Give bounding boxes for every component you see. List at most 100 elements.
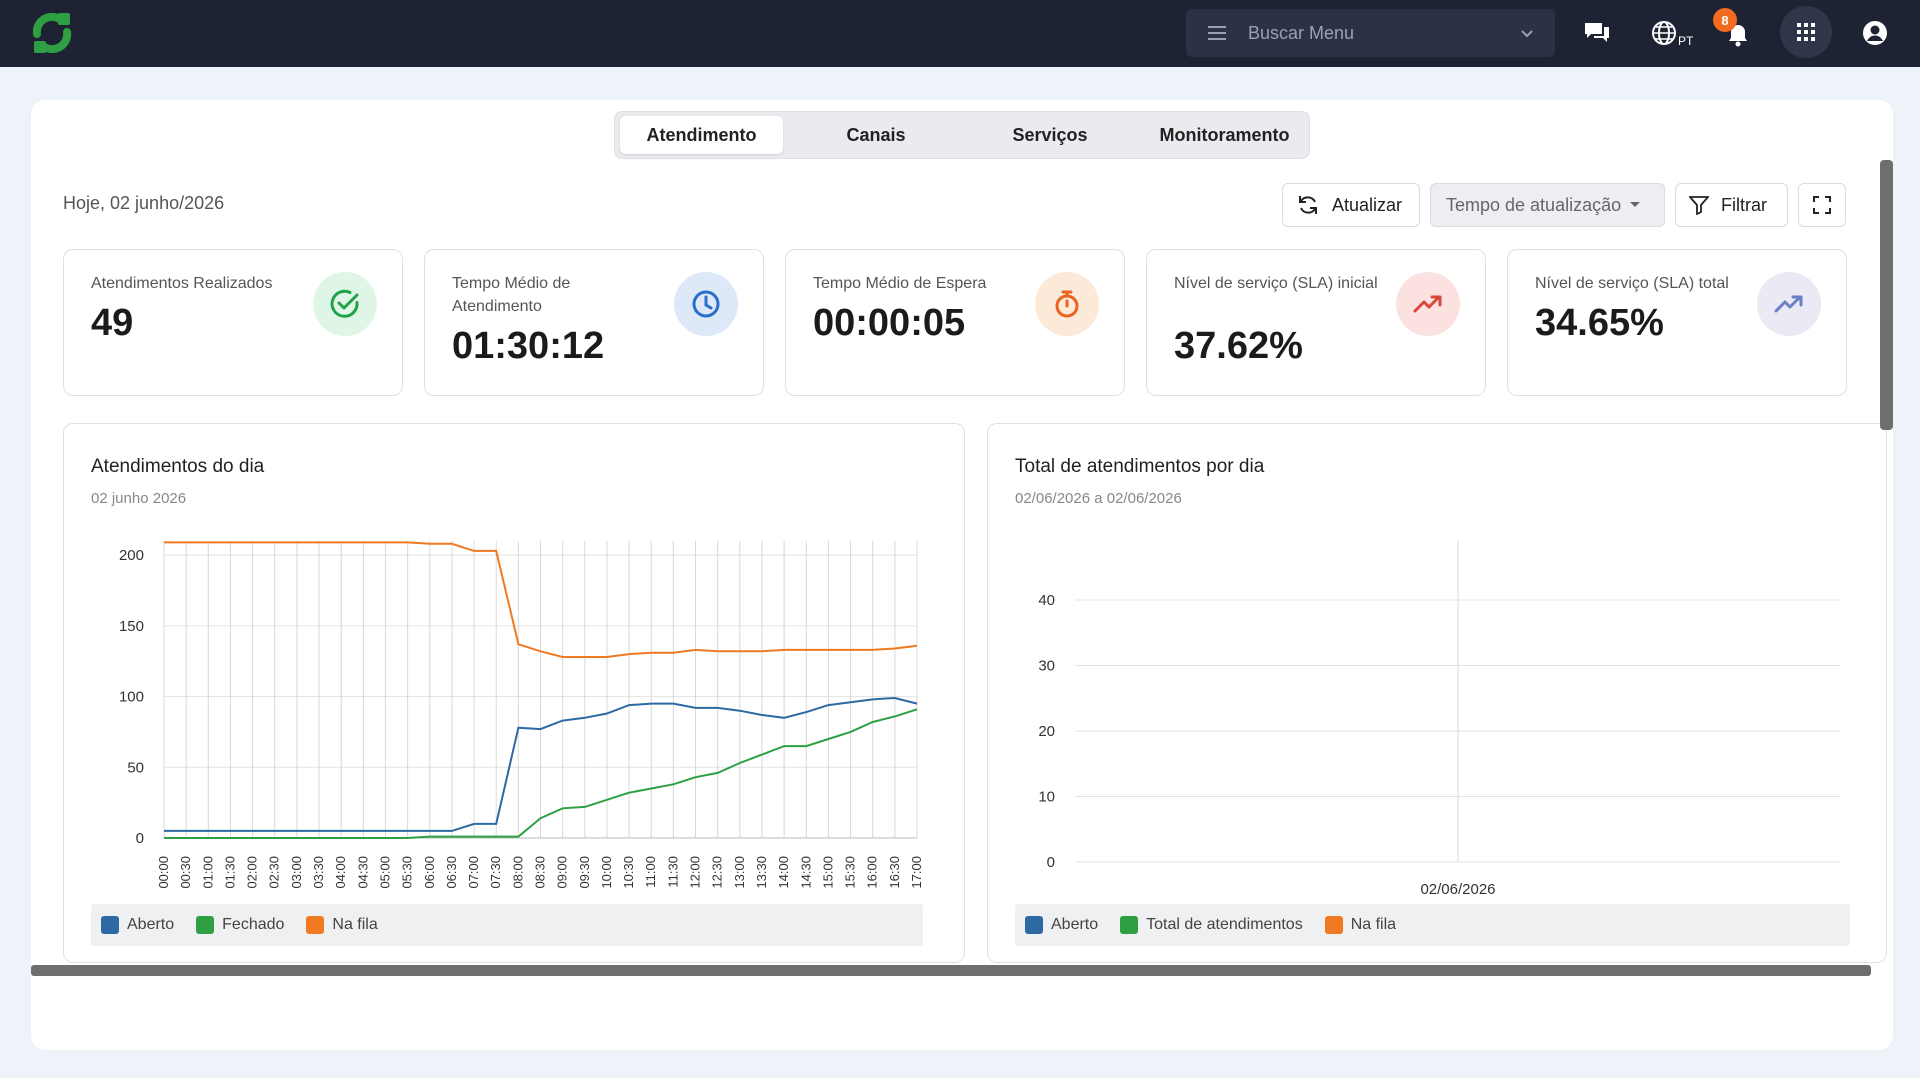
kpi-card-tempo-atendimento: Tempo Médio de Atendimento 01:30:12 [424, 249, 764, 396]
vertical-scrollbar[interactable] [1880, 160, 1893, 430]
kpi-card-tempo-espera: Tempo Médio de Espera 00:00:05 [785, 249, 1125, 396]
chat-icon [1585, 23, 1609, 42]
kpi-card-sla-inicial: Nível de serviço (SLA) inicial 37.62% [1146, 249, 1486, 396]
x-tick-label: 07:00 [466, 856, 481, 889]
legend-item-na-fila[interactable]: Na fila [306, 916, 378, 934]
fullscreen-icon [1813, 196, 1831, 214]
kpi-value: 00:00:05 [813, 302, 966, 344]
x-tick-label: 10:30 [621, 856, 636, 889]
legend-item-na-fila[interactable]: Na fila [1324, 916, 1396, 934]
chevron-down-icon [1521, 30, 1533, 38]
x-tick-label: 04:30 [355, 856, 370, 889]
x-tick-label: 12:00 [688, 856, 703, 889]
kpi-card-sla-total: Nível de serviço (SLA) total 34.65% [1507, 249, 1847, 396]
top-bar: Buscar Menu PT 8 [0, 0, 1920, 67]
user-menu-button[interactable] [1859, 17, 1891, 49]
dashboard-tabs: Atendimento Canais Serviços Monitorament… [614, 111, 1310, 159]
x-tick-label: 15:00 [820, 856, 835, 889]
chart-card-total-por-dia: Total de atendimentos por dia 02/06/2026… [987, 423, 1887, 963]
x-tick-label: 06:30 [444, 856, 459, 889]
filter-label: Filtrar [1721, 194, 1767, 215]
refresh-interval-select[interactable]: Tempo de atualização [1430, 183, 1665, 227]
kpi-card-atendimentos: Atendimentos Realizados 49 [63, 249, 403, 396]
x-tick-label: 10:00 [599, 856, 614, 889]
x-tick-label: 15:30 [843, 856, 858, 889]
trending-up-icon [1396, 272, 1460, 336]
clock-icon [674, 272, 738, 336]
x-tick-label: 16:00 [865, 856, 880, 889]
chart-card-atendimentos-dia: Atendimentos do dia 02 junho 2026 0 50 100… [63, 423, 965, 963]
kpi-label: Tempo Médio de Atendimento [452, 275, 571, 315]
legend-item-aberto[interactable]: Aberto [101, 916, 174, 934]
x-tick-label: 09:00 [555, 856, 570, 889]
x-tick-label: 05:00 [377, 856, 392, 889]
y-tick-label: 30 [1038, 657, 1055, 674]
x-tick-label: 03:30 [311, 856, 326, 889]
check-circle-icon [313, 272, 377, 336]
line-chart-total-por-dia: 0 10 20 30 40 02/06/2026 [1038, 541, 1841, 898]
caret-down-icon [1630, 202, 1641, 207]
x-tick-label: 14:30 [798, 856, 813, 889]
y-tick-label: 200 [119, 547, 144, 564]
chart-legend: Aberto Fechado Na fila [91, 904, 923, 946]
x-tick-label: 09:30 [577, 856, 592, 889]
filter-button[interactable]: Filtrar [1675, 183, 1788, 227]
refresh-interval-label: Tempo de atualização [1446, 194, 1622, 215]
horizontal-scrollbar[interactable] [31, 965, 1871, 976]
x-tick-label: 01:00 [200, 856, 215, 889]
x-tick-label: 12:30 [710, 856, 725, 889]
notification-count-badge: 8 [1713, 8, 1737, 32]
kpi-label: Nível de serviço (SLA) total [1535, 275, 1729, 292]
x-tick-label: 08:30 [533, 856, 548, 889]
legend-item-fechado[interactable]: Fechado [196, 916, 284, 934]
x-tick-label: 00:00 [156, 856, 171, 889]
x-tick-label: 03:00 [289, 856, 304, 889]
x-tick-label: 04:00 [333, 856, 348, 889]
y-tick-label: 100 [119, 689, 144, 706]
app-logo[interactable] [28, 10, 76, 56]
y-tick-label: 150 [119, 618, 144, 635]
tab-servicos[interactable]: Serviços [970, 116, 1130, 154]
current-date: Hoje, 02 junho/2026 [63, 193, 225, 213]
x-tick-label: 08:00 [510, 856, 525, 889]
x-tick-label: 13:30 [754, 856, 769, 889]
x-tick-label: 16:30 [887, 856, 902, 889]
hamburger-icon [1208, 26, 1226, 40]
language-button[interactable] [1648, 17, 1680, 49]
x-tick-label: 13:00 [732, 856, 747, 889]
y-tick-label: 10 [1038, 788, 1055, 805]
fullscreen-button[interactable] [1798, 183, 1846, 227]
menu-search[interactable]: Buscar Menu [1186, 9, 1555, 57]
x-tick-label: 01:30 [222, 856, 237, 889]
y-tick-label: 40 [1038, 592, 1055, 609]
x-tick-label: 07:30 [488, 856, 503, 889]
tab-canais[interactable]: Canais [796, 116, 956, 154]
tab-monitoramento[interactable]: Monitoramento [1143, 116, 1306, 154]
kpi-label: Atendimentos Realizados [91, 275, 273, 292]
legend-item-aberto[interactable]: Aberto [1025, 916, 1098, 934]
y-tick-label: 0 [1047, 854, 1055, 871]
chat-button[interactable] [1581, 17, 1613, 49]
x-tick-label: 02:00 [245, 856, 260, 889]
x-tick-label: 11:00 [643, 856, 658, 888]
kpi-value: 01:30:12 [452, 325, 605, 367]
apps-button[interactable] [1780, 6, 1832, 58]
user-avatar-icon [1863, 21, 1887, 45]
kpi-value: 49 [91, 302, 134, 344]
y-tick-label: 20 [1038, 723, 1055, 740]
x-tick-label: 00:30 [178, 856, 193, 889]
stopwatch-icon [1035, 272, 1099, 336]
tab-atendimento[interactable]: Atendimento [620, 116, 783, 154]
x-tick-label: 06:00 [422, 856, 437, 889]
search-placeholder: Buscar Menu [1248, 22, 1355, 43]
legend-item-total[interactable]: Total de atendimentos [1120, 916, 1303, 934]
filter-icon [1689, 196, 1709, 215]
chart-legend: Aberto Total de atendimentos Na fila [1015, 904, 1850, 946]
x-tick-label: 14:00 [776, 856, 791, 889]
kpi-label: Nível de serviço (SLA) inicial [1174, 275, 1378, 292]
grid-apps-icon [1797, 23, 1815, 41]
refresh-button[interactable]: Atualizar [1282, 183, 1420, 227]
refresh-label: Atualizar [1332, 194, 1403, 215]
language-code: PT [1678, 34, 1694, 48]
x-tick-label: 05:30 [400, 856, 415, 889]
